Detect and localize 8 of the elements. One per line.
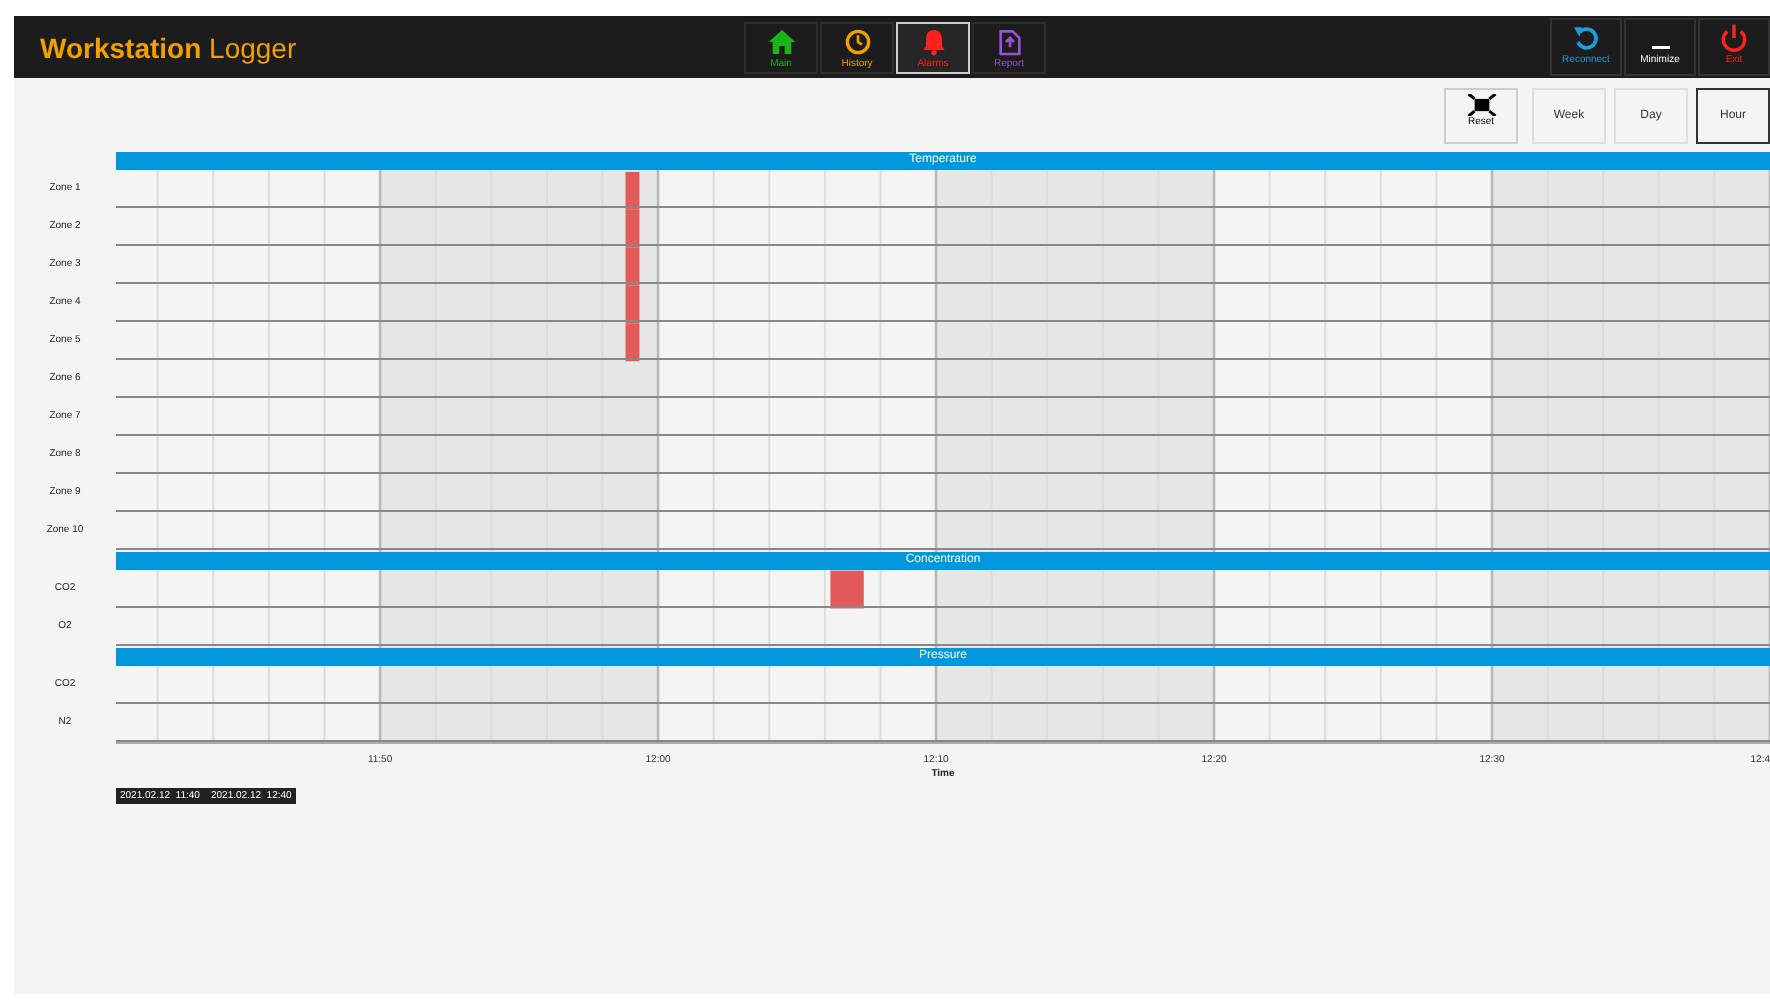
clock-icon (841, 25, 873, 57)
house-icon (765, 25, 797, 57)
circular-arrow-icon (1570, 22, 1602, 54)
app-title: Workstation Logger (40, 31, 299, 63)
power-icon (1718, 22, 1750, 54)
dash-icon (1651, 46, 1669, 49)
document-upload-icon (993, 25, 1025, 57)
collapse-arrows-icon (1465, 94, 1497, 116)
